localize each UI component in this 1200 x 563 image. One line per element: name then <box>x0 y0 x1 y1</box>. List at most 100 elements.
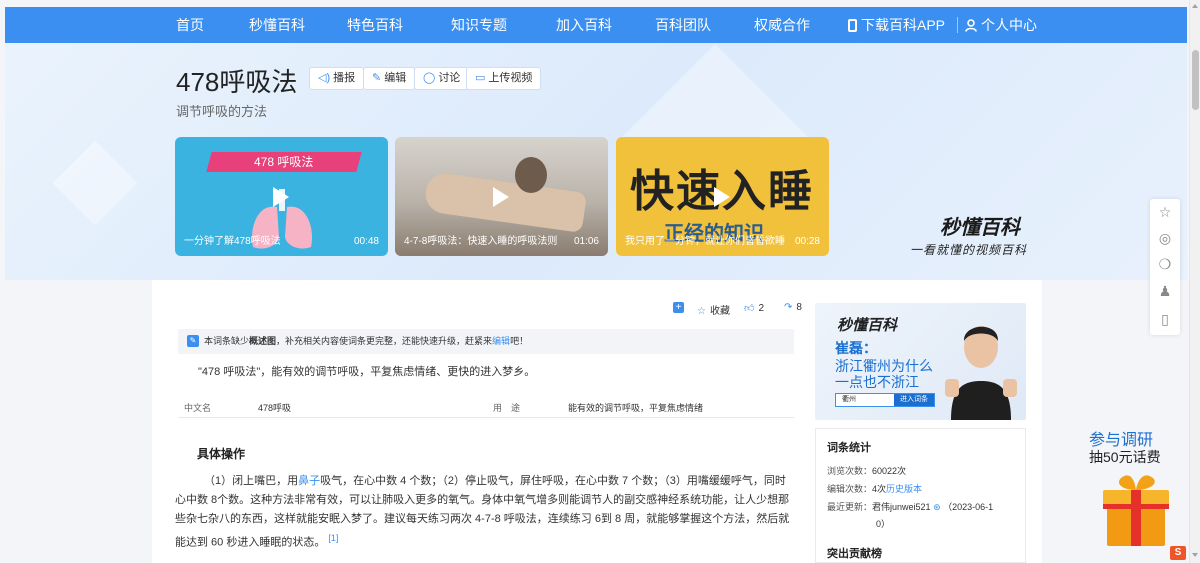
favorite-label: 收藏 <box>709 306 730 317</box>
history-link[interactable]: 历史版本 <box>886 484 922 494</box>
scroll-down-arrow[interactable] <box>1192 553 1198 557</box>
favorite-button[interactable]: ☆ 收藏 <box>697 302 730 317</box>
upload-video-label: 上传视频 <box>488 72 533 84</box>
top-nav: 首页 秒懂百科 特色百科 知识专题 加入百科 百科团队 权威合作 下载百科APP… <box>5 7 1187 43</box>
nav-download-app[interactable]: 下载百科APP <box>848 7 945 43</box>
nav-user-center[interactable]: 个人中心 <box>965 7 1037 43</box>
nav-miaodong[interactable]: 秒懂百科 <box>249 7 305 43</box>
nav-featured[interactable]: 特色百科 <box>347 7 403 43</box>
info-value-usage: 能有效的调节呼吸，平复焦虑情绪 <box>568 403 704 413</box>
video-duration: 00:28 <box>794 236 820 247</box>
ad-chip-tag: 衢州 <box>842 396 856 403</box>
missing-image-notice: ✎ 本词条缺少概述图，补充相关内容使词条更完整，还能快速升级，赶紧来编辑吧！ <box>178 329 794 354</box>
share-arrow-icon: ↷ <box>784 302 793 313</box>
notice-edit-link[interactable]: 编辑 <box>492 336 510 346</box>
lemma-summary: "478 呼吸法"，能有效的调节呼吸，平复焦虑情绪、更快的进入梦乡。 <box>198 366 536 378</box>
scrollbar-thumb[interactable] <box>1192 50 1199 110</box>
discuss-button[interactable]: ◯ 讨论 <box>414 67 470 90</box>
video-camera-icon: ▭ <box>475 72 486 84</box>
nav-team[interactable]: 百科团队 <box>655 7 711 43</box>
stats-views: 浏览次数：60022次 <box>827 464 906 477</box>
video-card-3[interactable]: 快速入睡 正经的知识 我只用了一分钟，就让你们昏昏欲睡 00:28 <box>616 137 829 256</box>
share-sidebar: ☆ ◎ ❍ ♟ ▯ <box>1150 199 1180 335</box>
editor-link[interactable]: 君伟junwei521 <box>872 502 931 512</box>
video-card-2[interactable]: 4-7-8呼吸法：快速入睡的呼吸法则 01:06 <box>395 137 608 256</box>
ad-logo: 秒懂百科 <box>837 317 898 334</box>
weibo-icon[interactable]: ◎ <box>1157 230 1173 246</box>
nose-link[interactable]: 鼻子 <box>298 475 320 487</box>
play-icon <box>714 187 730 207</box>
speaker-icon: ◁) <box>318 72 331 84</box>
info-key-usage: 用 途 <box>493 403 521 413</box>
broadcast-label: 播报 <box>333 72 356 84</box>
share-button[interactable]: ↷ 8 <box>784 302 802 316</box>
notice-text: 本词条缺少 <box>204 336 250 346</box>
broadcast-button[interactable]: ◁) 播报 <box>309 67 365 90</box>
star-icon[interactable]: ☆ <box>1157 204 1173 220</box>
download-label: 下载百科APP <box>861 17 946 33</box>
chat-bubble-icon: ◯ <box>423 72 436 84</box>
plus-icon: + <box>673 302 684 313</box>
nav-divider <box>957 17 958 33</box>
survey-subtitle: 抽50元话费 <box>1089 449 1161 465</box>
play-icon <box>273 187 289 207</box>
mobile-icon[interactable]: ▯ <box>1157 311 1173 327</box>
user-icon <box>965 19 977 32</box>
ad-enter-lemma[interactable]: 进入词条 <box>894 394 934 406</box>
edit-label: 编辑 <box>384 72 407 84</box>
ad-line: 一点也不浙江 <box>835 374 919 390</box>
nav-join[interactable]: 加入百科 <box>556 7 612 43</box>
scroll-up-arrow[interactable] <box>1192 4 1198 8</box>
pencil-icon: ✎ <box>372 72 382 84</box>
reference-link[interactable]: [1] <box>328 533 338 543</box>
miaodong-slogan: 一看就懂的视频百科 <box>910 243 1028 257</box>
discuss-label: 讨论 <box>438 72 461 84</box>
page-subtitle: 调节呼吸的方法 <box>176 104 268 119</box>
paragraph-text: （1）闭上嘴巴，用 <box>204 475 299 487</box>
promo-video-ad[interactable]: 秒懂百科 崔磊： 浙江衢州为什么 一点也不浙江 衢州 进入词条 <box>815 303 1026 420</box>
background-decoration <box>52 140 138 226</box>
like-button[interactable]: 👍︎ 2 <box>744 302 764 316</box>
video-caption: 4-7-8呼吸法：快速入睡的呼吸法则 <box>404 236 558 247</box>
upload-video-button[interactable]: ▭ 上传视频 <box>466 67 542 90</box>
presenter-photo <box>945 326 1017 420</box>
stats-label: 浏览次数： <box>827 466 873 476</box>
stats-heading: 词条统计 <box>827 442 871 454</box>
basic-info: 中文名 478呼吸 用 途 能有效的调节呼吸，平复焦虑情绪 <box>178 396 794 418</box>
stats-updated-cont: 0） <box>876 517 890 530</box>
nav-partners[interactable]: 权威合作 <box>754 7 810 43</box>
play-icon <box>493 187 509 207</box>
share-count: 8 <box>796 302 802 313</box>
edit-button[interactable]: ✎ 编辑 <box>363 67 416 90</box>
lemma-statistics: 词条统计 浏览次数：60022次 编辑次数：4次历史版本 最近更新：君伟junw… <box>815 428 1026 563</box>
video-banner: 478 呼吸法 <box>206 152 362 172</box>
nav-home[interactable]: 首页 <box>176 7 204 43</box>
stats-value: （2023-06-1 <box>943 502 994 512</box>
page-title: 478呼吸法 <box>176 67 298 97</box>
wechat-icon[interactable]: ❍ <box>1157 256 1173 272</box>
ad-chip: 衢州 进入词条 <box>835 393 935 407</box>
like-count: 2 <box>758 303 765 314</box>
ad-title: 崔磊： <box>835 340 877 356</box>
notice-text: 吧！ <box>510 336 529 346</box>
stats-edits: 编辑次数：4次历史版本 <box>827 482 922 495</box>
nav-topics[interactable]: 知识专题 <box>451 7 507 43</box>
stats-label: 编辑次数： <box>827 484 873 494</box>
info-value-chinese-name: 478呼吸 <box>258 403 292 413</box>
stats-value: 4次 <box>872 484 887 494</box>
stats-value: 60022次 <box>872 466 907 476</box>
add-button[interactable]: + <box>673 302 684 316</box>
stats-value: 0） <box>876 519 891 529</box>
video-card-1[interactable]: 478 呼吸法 一分钟了解478呼吸法 00:48 <box>175 137 388 256</box>
page-scrollbar[interactable] <box>1189 0 1200 563</box>
user-center-label: 个人中心 <box>981 17 1037 33</box>
miaodong-logo: 秒懂百科 <box>940 217 1020 239</box>
stats-label: 最近更新： <box>827 502 873 512</box>
star-icon: ☆ <box>697 306 706 317</box>
info-key-chinese-name: 中文名 <box>184 403 212 413</box>
phone-icon <box>848 19 857 32</box>
notice-bold: 概述图 <box>249 336 277 346</box>
qq-icon[interactable]: ♟ <box>1157 283 1173 299</box>
gift-box-icon[interactable] <box>1093 470 1179 548</box>
input-method-icon[interactable]: S <box>1170 546 1186 560</box>
